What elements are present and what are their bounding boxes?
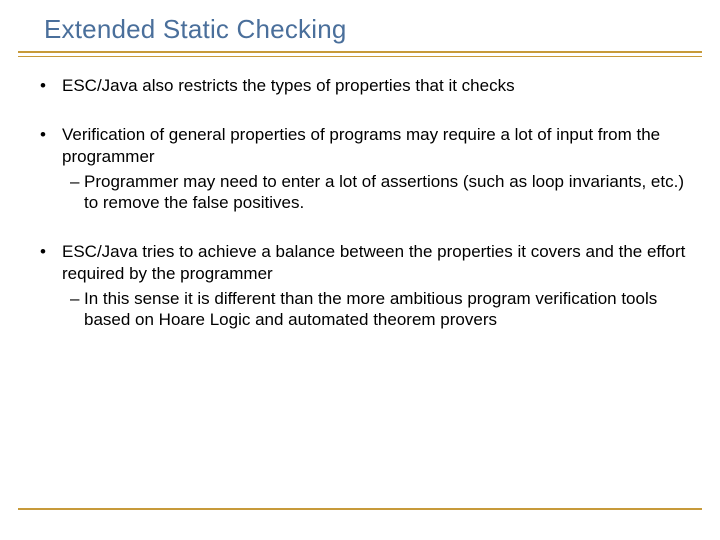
bullet-icon: • <box>40 75 62 96</box>
list-item-text: ESC/Java also restricts the types of pro… <box>62 75 688 96</box>
slide-content: • ESC/Java also restricts the types of p… <box>0 57 720 330</box>
list-subitem: – Programmer may need to enter a lot of … <box>62 171 688 214</box>
list-item: • Verification of general properties of … <box>40 124 688 213</box>
bullet-icon: • <box>40 124 62 213</box>
list-item-text: Verification of general properties of pr… <box>62 125 660 165</box>
list-subitem-text: In this sense it is different than the m… <box>84 288 688 331</box>
title-area: Extended Static Checking <box>0 0 720 45</box>
slide-title: Extended Static Checking <box>44 14 720 45</box>
list-item-text: ESC/Java tries to achieve a balance betw… <box>62 242 685 282</box>
list-item: • ESC/Java also restricts the types of p… <box>40 75 688 96</box>
bullet-icon: • <box>40 241 62 330</box>
list-subitem: – In this sense it is different than the… <box>62 288 688 331</box>
dash-icon: – <box>62 171 84 214</box>
dash-icon: – <box>62 288 84 331</box>
slide: Extended Static Checking • ESC/Java also… <box>0 0 720 540</box>
list-subitem-text: Programmer may need to enter a lot of as… <box>84 171 688 214</box>
footer-rule <box>18 508 702 510</box>
list-item: • ESC/Java tries to achieve a balance be… <box>40 241 688 330</box>
